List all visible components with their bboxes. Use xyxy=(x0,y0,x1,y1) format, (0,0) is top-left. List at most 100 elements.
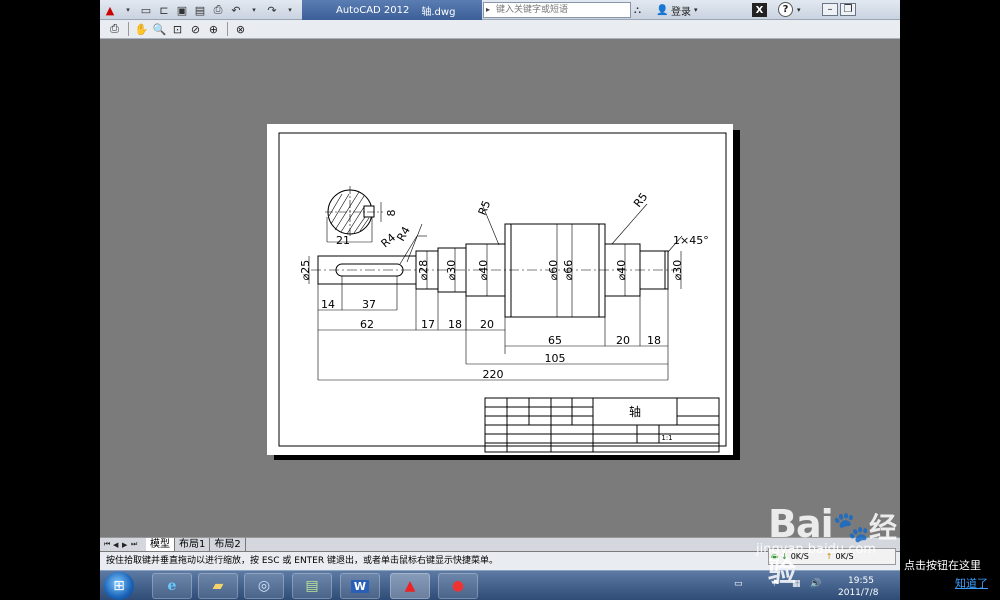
notification-text: 点击按钮在这里 xyxy=(904,559,981,572)
download-speed: 0K/S xyxy=(790,552,809,561)
save-as-icon[interactable]: ▤ xyxy=(192,3,208,18)
login-link[interactable]: 登录 xyxy=(671,2,691,18)
minimize-icon[interactable]: – xyxy=(822,3,838,16)
redo-icon[interactable]: ↷ xyxy=(264,3,280,18)
notepad-app-icon[interactable]: ▤ xyxy=(292,573,332,599)
ie-icon[interactable]: e xyxy=(152,573,192,599)
menu-dropdown-icon[interactable]: ▾ xyxy=(120,3,136,18)
shaft-drawing: 21 8 ⌀25 ⌀28 ⌀30 ⌀40 ⌀60 ⌀66 ⌀40 ⌀30 14 … xyxy=(278,132,727,453)
dim-65: 65 xyxy=(548,334,562,347)
autocad-window: ▲ ▾ ▭ ⊏ ▣ ▤ ⎙ ↶ ▾ ↷ ▾ » AutoCAD 2012 轴.d… xyxy=(100,0,900,600)
volume-icon[interactable]: 🔊 xyxy=(810,579,821,589)
search-placeholder: 键入关键字或短语 xyxy=(496,5,569,15)
explorer-icon[interactable]: ▰ xyxy=(198,573,238,599)
upload-speed: 0K/S xyxy=(835,552,854,561)
drawing-sheet: 21 8 ⌀25 ⌀28 ⌀30 ⌀40 ⌀60 ⌀66 ⌀40 ⌀30 14 … xyxy=(267,124,733,455)
dim-20-right: 20 xyxy=(616,334,630,347)
help-icon[interactable]: ? xyxy=(778,2,793,17)
redo-dropdown-icon[interactable]: ▾ xyxy=(282,3,298,18)
search-input[interactable]: ▸ 键入关键字或短语 xyxy=(483,2,631,18)
browser-icon[interactable]: ◎ xyxy=(244,573,284,599)
toolbar-separator xyxy=(227,22,228,36)
dim-18-right: 18 xyxy=(647,334,661,347)
zoom-realtime-icon[interactable]: 🔍 xyxy=(151,22,168,37)
letterbox-left xyxy=(0,0,100,600)
start-button[interactable]: ⊞ xyxy=(104,572,134,600)
open-file-icon[interactable]: ⊏ xyxy=(156,3,172,18)
search-expand-icon[interactable]: ▸ xyxy=(486,3,490,17)
app-title: AutoCAD 2012 xyxy=(336,4,410,16)
dim-d30-right: ⌀30 xyxy=(671,260,684,281)
network-icon[interactable]: ▦ xyxy=(792,579,801,589)
zoom-toolbar: ⎙ ✋ 🔍 ⊡ ⊘ ⊕ ⊗ xyxy=(100,20,900,39)
notification-dismiss-link[interactable]: 知道了 xyxy=(955,575,988,591)
clock-time[interactable]: 19:55 xyxy=(848,576,874,586)
last-tab-icon[interactable]: ⏭ xyxy=(131,540,140,549)
login-dropdown-icon[interactable]: ▾ xyxy=(694,2,698,18)
dim-d40: ⌀40 xyxy=(477,260,490,281)
letterbox-right xyxy=(900,0,1000,600)
dim-220: 220 xyxy=(483,368,504,381)
network-monitor-widget[interactable]: ◉ ↓ 0K/S ↑ 0K/S xyxy=(768,548,896,565)
app-menu-icon[interactable]: ▲ xyxy=(102,3,118,18)
dim-r5-b: R5 xyxy=(631,190,650,210)
zoom-extents-icon[interactable]: ⊕ xyxy=(205,22,222,37)
dim-r5-a: R5 xyxy=(476,199,494,217)
close-preview-icon[interactable]: ⊗ xyxy=(232,22,249,37)
dim-20: 20 xyxy=(480,318,494,331)
first-tab-icon[interactable]: ⏮ xyxy=(104,540,113,549)
windows-taskbar: ⊞ e ▰ ◎ ▤ W ▲ ● ▭ ⚑ ▦ 🔊 19:55 2011/7/8 xyxy=(100,570,900,600)
exchange-icon[interactable]: X xyxy=(752,3,767,17)
dim-d40-right: ⌀40 xyxy=(615,260,628,281)
tab-model[interactable]: 模型 xyxy=(146,538,175,551)
prev-tab-icon[interactable]: ◀ xyxy=(113,541,122,549)
download-arrow-icon: ↓ xyxy=(780,552,788,561)
zoom-window-icon[interactable]: ⊡ xyxy=(169,22,186,37)
system-tray: ▭ ⚑ ▦ 🔊 19:55 2011/7/8 xyxy=(730,575,900,599)
word-icon[interactable]: W xyxy=(340,573,380,599)
save-icon[interactable]: ▣ xyxy=(174,3,190,18)
help-dropdown-icon[interactable]: ▾ xyxy=(797,2,801,18)
dim-62: 62 xyxy=(360,318,374,331)
dim-d60: ⌀60 xyxy=(547,260,560,281)
dim-37: 37 xyxy=(362,298,376,311)
title-text: AutoCAD 2012 轴.dwg xyxy=(302,0,482,20)
title-bar: ▲ ▾ ▭ ⊏ ▣ ▤ ⎙ ↶ ▾ ↷ ▾ » AutoCAD 2012 轴.d… xyxy=(100,0,900,20)
undo-dropdown-icon[interactable]: ▾ xyxy=(246,3,262,18)
dim-d30: ⌀30 xyxy=(445,260,458,281)
title-block-part-name: 轴 xyxy=(629,404,641,419)
dim-8: 8 xyxy=(385,210,398,217)
dim-17: 17 xyxy=(421,318,435,331)
dim-14: 14 xyxy=(321,298,335,311)
binoculars-icon[interactable]: ⛬ xyxy=(634,2,641,18)
zoom-previous-icon[interactable]: ⊘ xyxy=(187,22,204,37)
undo-icon[interactable]: ↶ xyxy=(228,3,244,18)
new-file-icon[interactable]: ▭ xyxy=(138,3,154,18)
dim-105: 105 xyxy=(545,352,566,365)
upload-arrow-icon: ↑ xyxy=(825,552,833,561)
print-icon[interactable]: ⎙ xyxy=(210,3,226,18)
notification-panel xyxy=(900,548,1000,600)
next-tab-icon[interactable]: ▶ xyxy=(122,541,131,549)
keyboard-icon[interactable]: ▭ xyxy=(734,579,743,589)
title-block-scale: 1:1 xyxy=(661,434,672,442)
restore-icon[interactable]: ❐ xyxy=(840,3,856,16)
recorder-icon[interactable]: ● xyxy=(438,573,478,599)
plot-icon[interactable]: ⎙ xyxy=(106,22,123,37)
tray-app-icon[interactable]: ⚑ xyxy=(772,579,780,589)
tab-layout1[interactable]: 布局1 xyxy=(175,538,211,551)
dim-d66: ⌀66 xyxy=(562,260,575,281)
file-title: 轴.dwg xyxy=(421,6,456,18)
pan-hand-icon[interactable]: ✋ xyxy=(133,22,150,37)
dim-d25: ⌀25 xyxy=(299,260,312,281)
user-icon[interactable]: 👤 xyxy=(656,2,668,18)
monitor-logo-icon: ◉ xyxy=(771,552,778,561)
toolbar-separator xyxy=(128,22,129,36)
dim-21: 21 xyxy=(336,234,350,247)
dim-18: 18 xyxy=(448,318,462,331)
dim-d28: ⌀28 xyxy=(417,260,430,281)
dim-chamfer: 1×45° xyxy=(673,234,709,247)
autocad-taskbar-icon[interactable]: ▲ xyxy=(390,573,430,599)
tab-layout2[interactable]: 布局2 xyxy=(210,538,246,551)
clock-date[interactable]: 2011/7/8 xyxy=(838,588,878,598)
